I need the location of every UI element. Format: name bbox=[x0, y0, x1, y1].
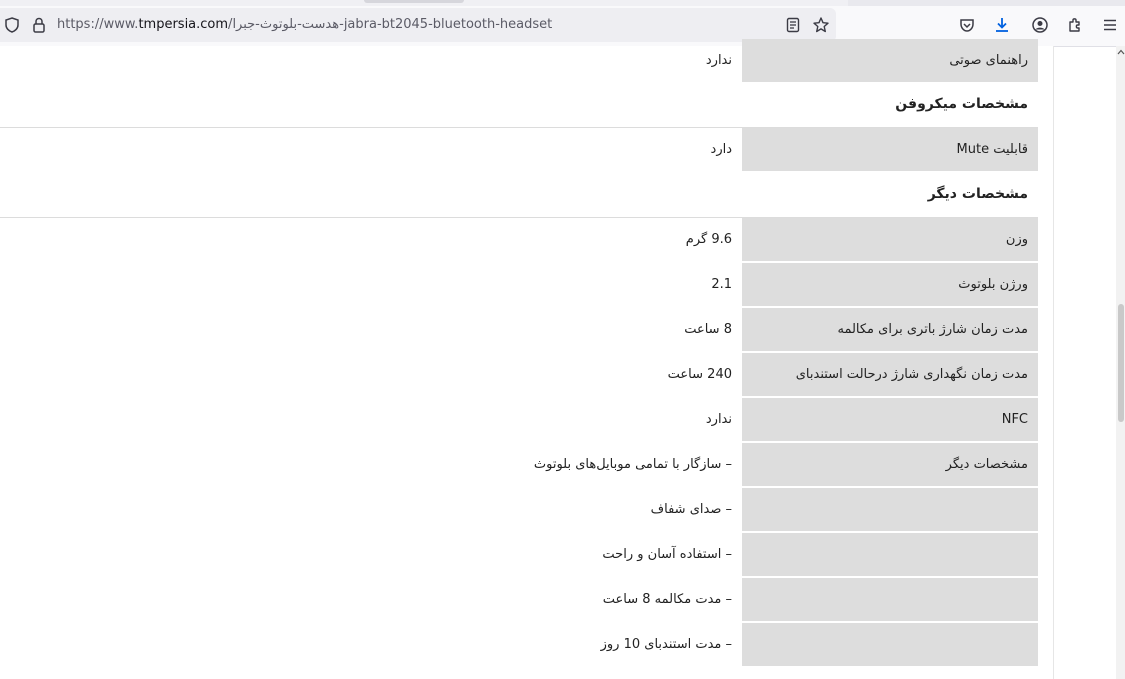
spec-value: ندارد bbox=[705, 53, 732, 68]
url-bar[interactable]: https://www.tmpersia.com/هدست-بلوتوث-جبر… bbox=[0, 8, 836, 42]
spec-label: مشخصات دیگر bbox=[742, 443, 1038, 487]
spec-value: دارد bbox=[710, 142, 732, 157]
spec-label: قابلیت Mute bbox=[742, 128, 1038, 172]
spec-label: ورژن بلوتوث bbox=[742, 263, 1038, 307]
url-prefix: https://www. bbox=[57, 17, 139, 32]
spec-label bbox=[742, 623, 1038, 667]
tracking-protection-shield-icon[interactable] bbox=[2, 15, 22, 35]
scrollbar-thumb[interactable] bbox=[1118, 304, 1124, 422]
section-header-microphone: مشخصات میکروفن bbox=[0, 82, 1038, 128]
spec-row-standby: مدت زمان نگهداری شارژ درحالت استندبای 24… bbox=[0, 353, 1038, 398]
spec-value: – سازگار با تمامی موبایل‌های بلوتوث bbox=[533, 457, 732, 472]
spec-row-bluetooth-version: ورژن بلوتوث 2.1 bbox=[0, 263, 1038, 308]
menu-hamburger-icon[interactable] bbox=[1100, 15, 1120, 35]
spec-label bbox=[742, 533, 1038, 577]
spec-value: 240 ساعت bbox=[667, 367, 732, 382]
spec-value: – صدای شفاف bbox=[650, 502, 732, 517]
bookmark-star-icon[interactable] bbox=[811, 15, 831, 35]
url-text[interactable]: https://www.tmpersia.com/هدست-بلوتوث-جبر… bbox=[57, 17, 552, 32]
section-title: مشخصات دیگر bbox=[927, 186, 1028, 202]
extensions-icon[interactable] bbox=[1065, 15, 1085, 35]
tab-strip bbox=[0, 0, 1125, 6]
spec-row-weight: وزن 9.6 گرم bbox=[0, 218, 1038, 263]
spec-row-feature-talk-time: – مدت مکالمه 8 ساعت bbox=[0, 578, 1038, 623]
section-header-other: مشخصات دیگر bbox=[0, 172, 1038, 218]
spec-row-feature-standby: – مدت استندبای 10 روز bbox=[0, 623, 1038, 668]
spec-label: راهنمای صوتی bbox=[742, 39, 1038, 83]
spec-value: 9.6 گرم bbox=[685, 232, 732, 247]
spec-row-mute: قابلیت Mute دارد bbox=[0, 128, 1038, 173]
scroll-up-arrow-icon[interactable] bbox=[1116, 46, 1125, 58]
downloads-icon[interactable] bbox=[992, 15, 1012, 35]
spec-table: راهنمای صوتی ندارد مشخصات میکروفن قابلیت… bbox=[0, 39, 1053, 679]
spec-value: – استفاده آسان و راحت bbox=[602, 547, 732, 562]
spec-label: مدت زمان شارژ باتری برای مکالمه bbox=[742, 308, 1038, 352]
tab-strip-right bbox=[848, 0, 1125, 6]
spec-label bbox=[742, 488, 1038, 532]
spec-row-other-features: مشخصات دیگر – سازگار با تمامی موبایل‌های… bbox=[0, 443, 1038, 488]
account-icon[interactable] bbox=[1030, 15, 1050, 35]
active-tab-indicator bbox=[364, 0, 464, 3]
pocket-icon[interactable] bbox=[957, 15, 977, 35]
spec-value: 8 ساعت bbox=[684, 322, 732, 337]
section-title: مشخصات میکروفن bbox=[895, 96, 1028, 112]
spec-value: – مدت استندبای 10 روز bbox=[600, 637, 732, 652]
spec-label: NFC bbox=[742, 398, 1038, 442]
spec-label: وزن bbox=[742, 218, 1038, 262]
spec-value: – مدت مکالمه 8 ساعت bbox=[602, 592, 732, 607]
spec-value: 2.1 bbox=[711, 277, 732, 292]
spec-row-talk-time: مدت زمان شارژ باتری برای مکالمه 8 ساعت bbox=[0, 308, 1038, 353]
spec-row-feature-clear-sound: – صدای شفاف bbox=[0, 488, 1038, 533]
content-border bbox=[1053, 46, 1054, 679]
reader-view-icon[interactable] bbox=[783, 15, 803, 35]
url-path: /هدست-بلوتوث-جبرا-jabra-bt2045-bluetooth… bbox=[228, 17, 553, 32]
spec-label: مدت زمان نگهداری شارژ درحالت استندبای bbox=[742, 353, 1038, 397]
lock-icon[interactable] bbox=[29, 15, 49, 35]
spec-label bbox=[742, 578, 1038, 622]
spec-row-feature-easy-use: – استفاده آسان و راحت bbox=[0, 533, 1038, 578]
spec-value: ندارد bbox=[705, 412, 732, 427]
url-host: tmpersia.com bbox=[138, 17, 229, 32]
spec-row-nfc: NFC ندارد bbox=[0, 398, 1038, 443]
spec-row-voice-guide: راهنمای صوتی ندارد bbox=[0, 39, 1038, 84]
